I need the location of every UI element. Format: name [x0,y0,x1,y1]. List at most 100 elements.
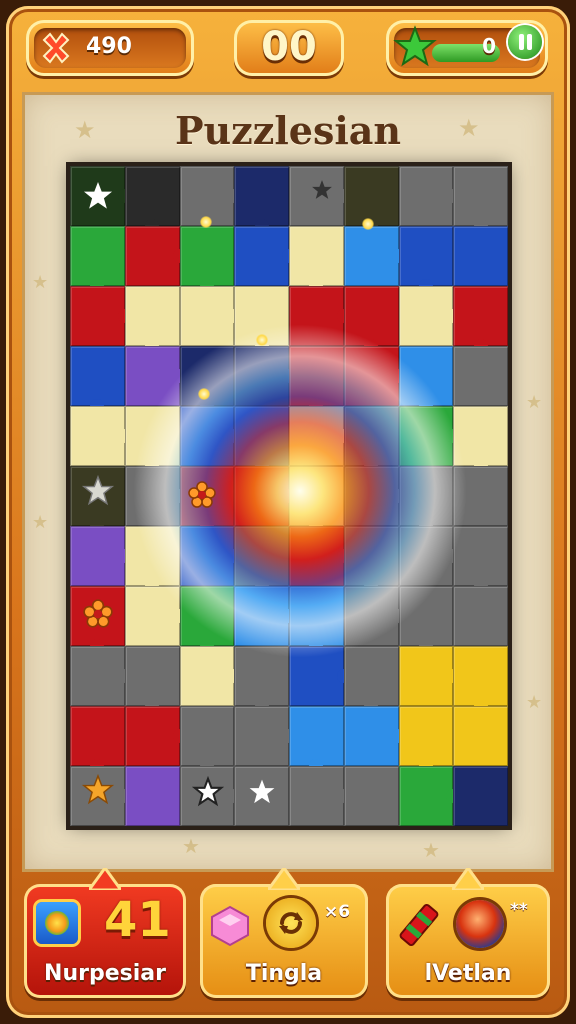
puzzle-piece[interactable] [453,406,508,473]
puzzle-piece[interactable] [343,226,406,286]
puzzle-piece[interactable] [398,586,454,653]
puzzle-piece[interactable] [70,286,132,346]
puzzle-piece[interactable] [453,526,508,593]
puzzle-piece[interactable] [398,706,454,773]
puzzle-piece[interactable] [398,646,461,706]
puzzle-piece[interactable] [343,166,399,233]
puzzle-piece[interactable] [453,226,508,286]
puzzle-piece[interactable] [124,166,180,233]
puzzle-piece[interactable] [70,706,125,773]
firecracker-icon [399,903,439,947]
puzzle-piece[interactable] [289,346,344,413]
puzzle-piece[interactable] [124,226,187,286]
star-icon [393,25,437,67]
puzzle-piece[interactable] [453,466,508,526]
puzzle-piece[interactable] [124,526,180,593]
pause-button[interactable] [508,25,542,59]
puzzle-piece[interactable] [234,706,296,766]
puzzle-piece[interactable] [70,406,132,466]
puzzle-piece[interactable] [289,646,351,706]
puzzle-piece[interactable] [453,706,508,766]
decor-star-icon: ★ [32,512,49,533]
puzzle-piece[interactable] [234,346,296,406]
sparkle [200,216,212,228]
puzzle-piece[interactable] [453,586,508,646]
powerup-button-tingla[interactable]: ×6 Tingla [200,868,368,998]
moves-counter: 490 [26,20,194,76]
puzzle-piece[interactable] [179,646,242,706]
powerup-button-nurpesiar[interactable]: 41 Nurpesiar [24,868,186,998]
stars-value: 0 [482,34,496,58]
moves-value: 490 [86,34,132,59]
flower-icon [185,478,219,512]
puzzle-piece[interactable] [124,346,187,406]
puzzle-piece[interactable] [398,466,454,533]
puzzle-piece[interactable] [179,586,235,653]
puzzle-piece[interactable] [289,586,344,653]
puzzle-grid[interactable] [70,166,508,826]
puzzle-piece[interactable] [343,346,406,406]
puzzle-piece[interactable] [343,286,399,353]
powerup-button-netlan[interactable]: ** lVetlan [386,868,550,998]
star-icon [78,471,118,511]
puzzle-piece[interactable] [398,766,461,826]
puzzle-piece[interactable] [234,166,289,233]
puzzle-piece[interactable] [179,286,242,346]
puzzle-piece[interactable] [70,646,132,706]
puzzle-piece[interactable] [343,706,406,766]
puzzle-piece[interactable] [124,706,187,766]
puzzle-piece[interactable] [124,586,187,646]
puzzle-piece[interactable] [289,706,344,773]
refresh-icon [266,898,316,948]
puzzle-piece[interactable] [124,406,180,473]
puzzle-piece[interactable] [289,526,351,586]
puzzle-piece[interactable] [289,466,344,533]
puzzle-piece[interactable] [343,406,399,473]
puzzle-piece[interactable] [289,766,351,826]
puzzle-piece[interactable] [234,226,296,286]
puzzle-piece[interactable] [398,406,461,466]
puzzle-piece[interactable] [289,226,344,293]
powerup-multiplier: ** [510,900,528,920]
decor-star-icon: ★ [526,392,543,413]
decor-star-icon: ★ [422,838,440,862]
puzzle-piece[interactable] [124,286,180,353]
puzzle-piece[interactable] [453,646,508,713]
puzzle-piece[interactable] [398,346,454,413]
stars-progress: 0 [386,20,548,76]
puzzle-piece[interactable] [234,466,296,526]
puzzle-piece[interactable] [343,526,399,593]
puzzle-piece[interactable] [398,286,461,346]
puzzle-piece[interactable] [70,346,125,413]
puzzle-piece[interactable] [234,406,289,473]
puzzle-piece[interactable] [453,286,508,353]
puzzle-piece[interactable] [453,766,508,826]
puzzle-piece[interactable] [343,646,399,713]
puzzle-piece[interactable] [124,646,180,713]
puzzle-piece[interactable] [179,406,242,466]
puzzle-piece[interactable] [124,766,180,826]
puzzle-piece[interactable] [70,226,125,293]
puzzle-piece[interactable] [234,586,296,646]
puzzle-piece[interactable] [179,226,235,293]
puzzle-piece[interactable] [289,286,351,346]
puzzle-piece[interactable] [343,466,406,526]
puzzle-piece[interactable] [124,466,187,526]
puzzle-piece[interactable] [453,166,508,233]
cross-icon [42,32,70,64]
sparkle [256,334,268,346]
puzzle-piece[interactable] [398,166,461,226]
puzzle-piece[interactable] [453,346,508,406]
puzzle-piece[interactable] [70,526,132,586]
puzzle-piece[interactable] [234,646,289,713]
powerup-label: lVetlan [424,961,512,986]
powerup-count: 41 [104,892,171,948]
puzzle-piece[interactable] [289,406,351,466]
puzzle-piece[interactable] [234,526,289,593]
puzzle-piece[interactable] [343,586,406,646]
puzzle-piece[interactable] [398,526,461,586]
puzzle-piece[interactable] [343,766,399,826]
puzzle-piece[interactable] [179,526,242,586]
puzzle-piece[interactable] [398,226,454,293]
puzzle-piece[interactable] [179,706,235,773]
